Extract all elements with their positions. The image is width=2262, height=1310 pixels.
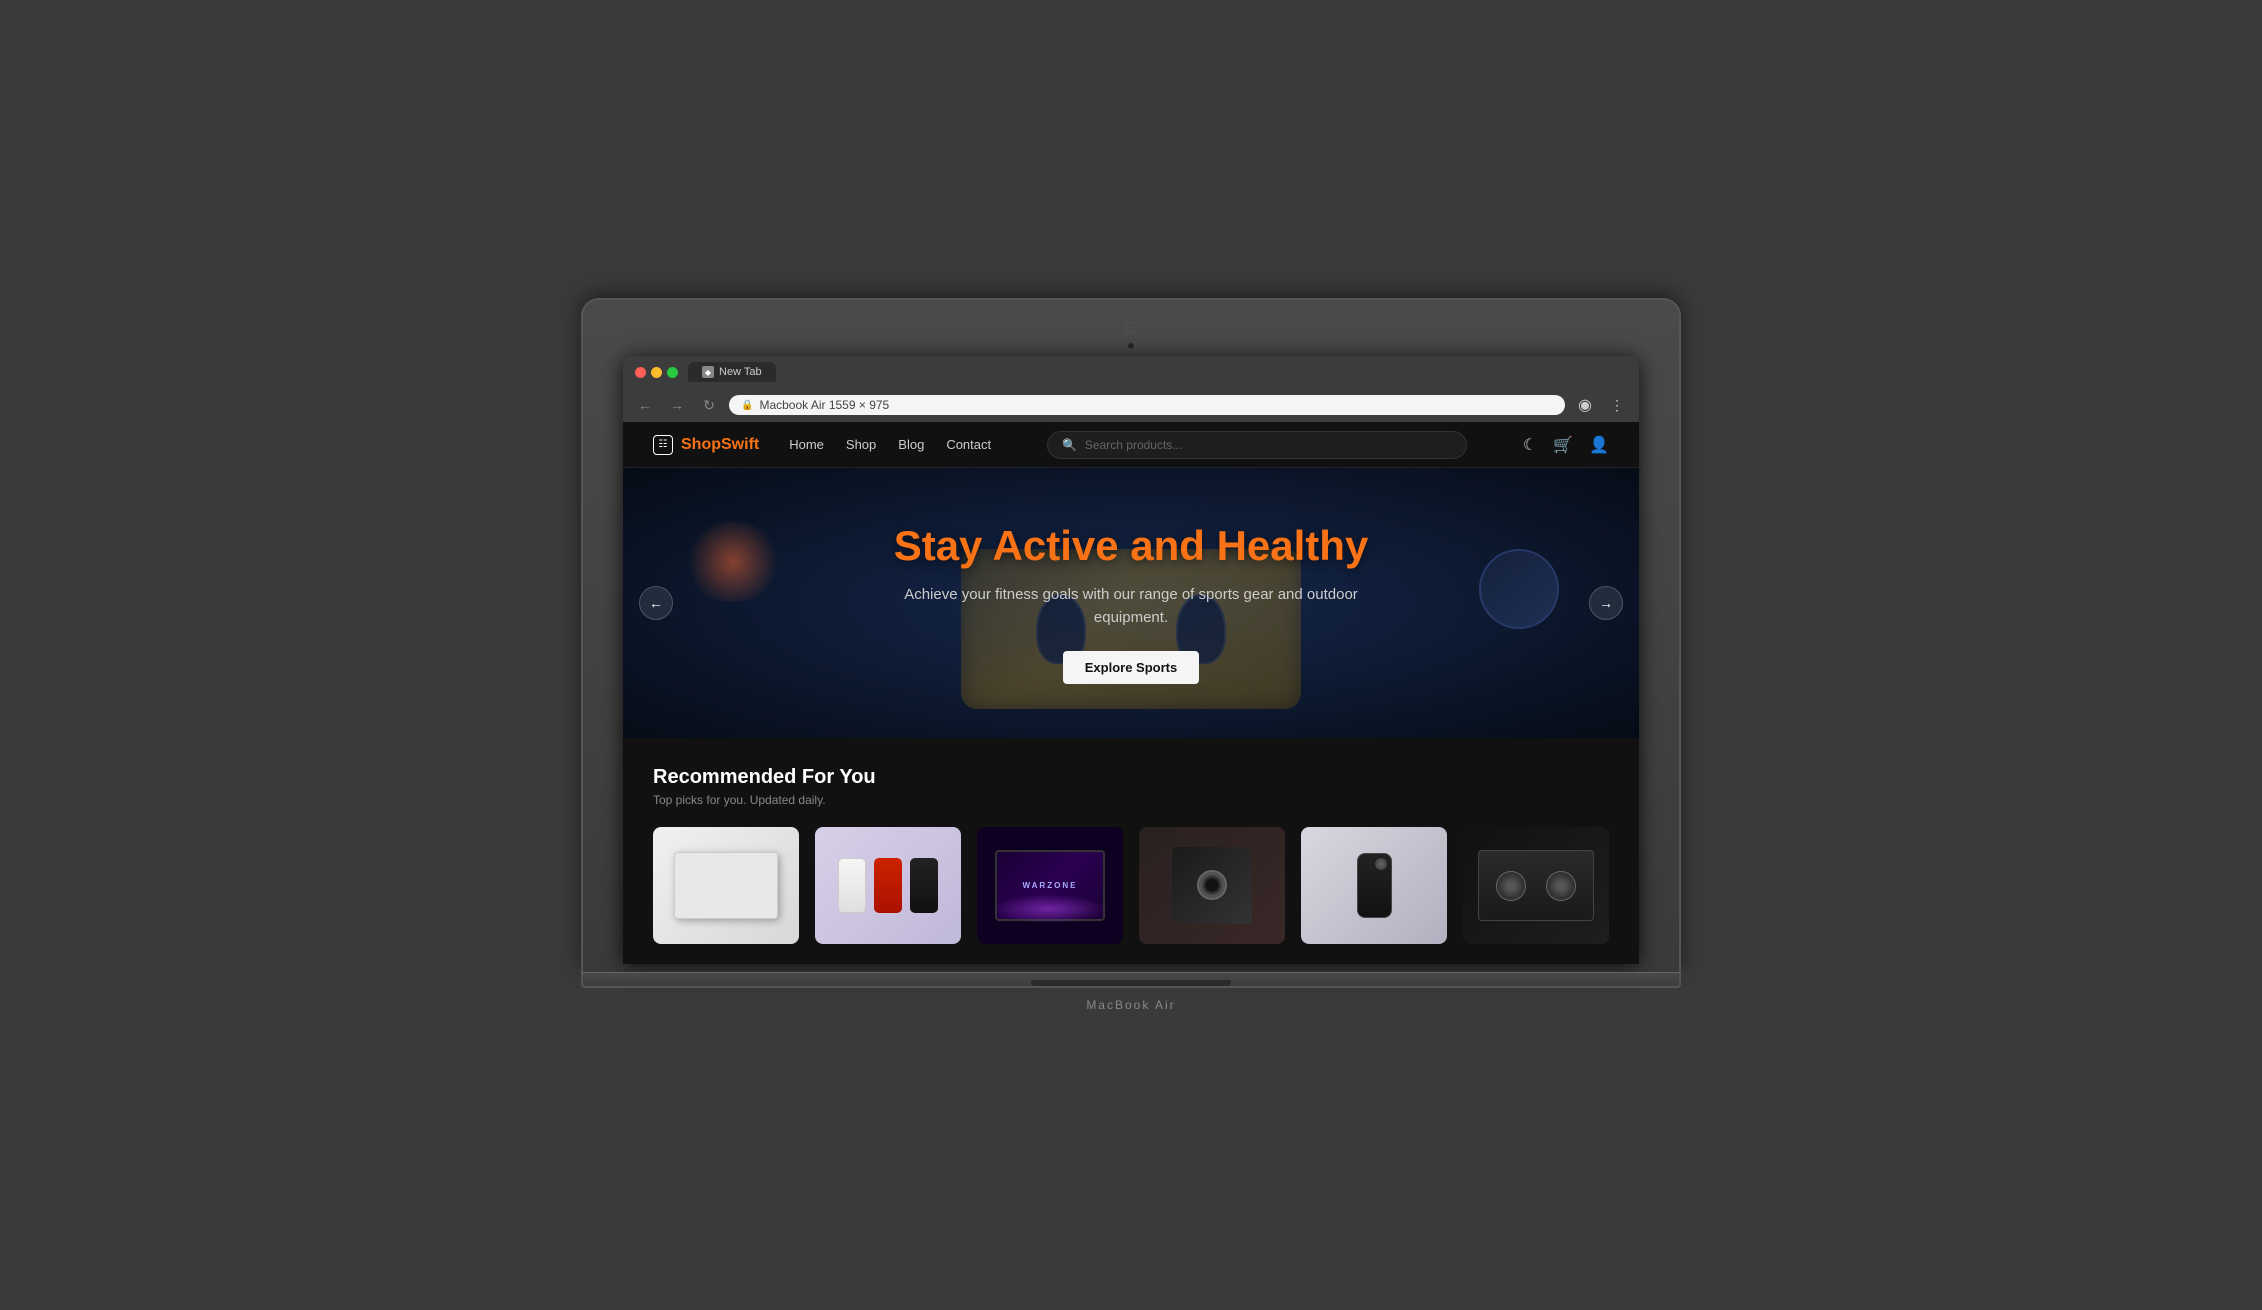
- browser-window: ◆ New Tab ← → ↻ 🔒 Macbook Air 1559 × 975…: [623, 356, 1639, 964]
- product-card-gpu[interactable]: NVIDIA GeForce RTX ★ ★ ★ ★ ★ (4.5): [1463, 827, 1609, 944]
- gpu-fan-2: [1546, 871, 1576, 901]
- nav-link-home[interactable]: Home: [789, 437, 824, 452]
- hero-deco-left: [683, 522, 783, 602]
- gpu-body: [1478, 850, 1595, 920]
- hero-banner: Stay Active and Healthy Achieve your fit…: [623, 468, 1639, 738]
- product-card-laptop[interactable]: Asus Tuf Gaming F15 ★ ★ ★ ★ ★ (0): [653, 827, 799, 944]
- camera-lens: [1197, 870, 1227, 900]
- nav-link-blog[interactable]: Blog: [898, 437, 924, 452]
- browser-toolbar: ← → ↻ 🔒 Macbook Air 1559 × 975 ◉ ⋮: [623, 388, 1639, 422]
- logo-icon: ☷: [653, 435, 673, 455]
- macbook-lid:  ◆ New Tab ←: [581, 298, 1681, 972]
- samsung-phone: [1357, 853, 1392, 918]
- navbar-right: ☾ 🛒 👤: [1523, 435, 1609, 455]
- phone-black: [910, 858, 938, 913]
- nav-links: Home Shop Blog Contact: [789, 436, 991, 454]
- cart-button[interactable]: 🛒: [1553, 435, 1573, 455]
- product-image-laptop: [653, 827, 799, 944]
- product-card-tv[interactable]: Sony Bravia 4K OLED TV ★ ★ ★ ★ ★ (4.9): [977, 827, 1123, 944]
- hero-deco-right: [1479, 549, 1559, 629]
- product-image-phone: [815, 827, 961, 944]
- search-box[interactable]: 🔍: [1047, 431, 1467, 459]
- section-subtitle: Top picks for you. Updated daily.: [653, 793, 1609, 807]
- product-card-samsung[interactable]: Samsung Galaxy S21 ★ ★ ★ ★ ★ (3.75): [1301, 827, 1447, 944]
- tab-icon: ◆: [702, 366, 714, 378]
- macbook-wrapper:  ◆ New Tab ←: [581, 298, 1681, 1012]
- product-image-gpu: [1463, 827, 1609, 944]
- browser-titlebar: ◆ New Tab: [623, 356, 1639, 388]
- phone-white: [838, 858, 866, 913]
- nav-link-contact[interactable]: Contact: [946, 437, 991, 452]
- maximize-window-btn[interactable]: [667, 367, 678, 378]
- minimize-window-btn[interactable]: [651, 367, 662, 378]
- website-content: ☷ ShopSwift Home Shop Blog Contact: [623, 422, 1639, 964]
- browser-tab[interactable]: ◆ New Tab: [688, 362, 776, 382]
- traffic-lights: [635, 367, 678, 378]
- products-grid: Asus Tuf Gaming F15 ★ ★ ★ ★ ★ (0): [653, 827, 1609, 944]
- dark-mode-toggle[interactable]: ☾: [1523, 435, 1537, 455]
- site-navbar: ☷ ShopSwift Home Shop Blog Contact: [623, 422, 1639, 468]
- navbar-left: ☷ ShopSwift Home Shop Blog Contact: [653, 435, 991, 455]
- navbar-search: 🔍: [1047, 431, 1467, 459]
- phone-red: [874, 858, 902, 913]
- macbook-camera: [1127, 342, 1135, 350]
- hero-next-button[interactable]: →: [1589, 586, 1623, 620]
- hero-content: Stay Active and Healthy Achieve your fit…: [881, 522, 1381, 684]
- macbook-base: [581, 972, 1681, 988]
- tv-glow: [992, 894, 1109, 924]
- logo-text: ShopSwift: [681, 436, 759, 454]
- forward-button[interactable]: →: [665, 393, 689, 417]
- apple-logo-icon: : [1125, 320, 1137, 338]
- hero-cta-button[interactable]: Explore Sports: [1063, 651, 1199, 684]
- site-logo[interactable]: ☷ ShopSwift: [653, 435, 759, 455]
- tab-label: New Tab: [719, 366, 762, 378]
- lock-icon: 🔒: [741, 400, 753, 411]
- extensions-button[interactable]: ◉: [1573, 393, 1597, 417]
- back-button[interactable]: ←: [633, 393, 657, 417]
- macbook-model-label: MacBook Air: [1086, 998, 1175, 1012]
- recommended-section: Recommended For You Top picks for you. U…: [623, 738, 1639, 964]
- gpu-fan-1: [1496, 871, 1526, 901]
- nav-link-shop[interactable]: Shop: [846, 437, 876, 452]
- camera-body: [1172, 847, 1252, 923]
- close-window-btn[interactable]: [635, 367, 646, 378]
- search-icon: 🔍: [1062, 438, 1077, 452]
- product-card-phone[interactable]: Apple iPhone 12 ★ ★ ★ ★ ★ (0): [815, 827, 961, 944]
- hero-prev-button[interactable]: ←: [639, 586, 673, 620]
- hero-subtitle: Achieve your fitness goals with our rang…: [881, 584, 1381, 629]
- address-bar-text: Macbook Air 1559 × 975: [759, 398, 889, 412]
- hero-title: Stay Active and Healthy: [881, 522, 1381, 570]
- refresh-button[interactable]: ↻: [697, 393, 721, 417]
- product-card-camera[interactable]: Canon EOS R5 ★ ★ ★ ★ ★ (4.6): [1139, 827, 1285, 944]
- menu-button[interactable]: ⋮: [1605, 393, 1629, 417]
- address-bar[interactable]: 🔒 Macbook Air 1559 × 975: [729, 395, 1565, 415]
- product-image-samsung: [1301, 827, 1447, 944]
- search-input[interactable]: [1085, 438, 1452, 452]
- product-image-tv: [977, 827, 1123, 944]
- account-button[interactable]: 👤: [1589, 435, 1609, 455]
- section-title: Recommended For You: [653, 766, 1609, 789]
- product-image-camera: [1139, 827, 1285, 944]
